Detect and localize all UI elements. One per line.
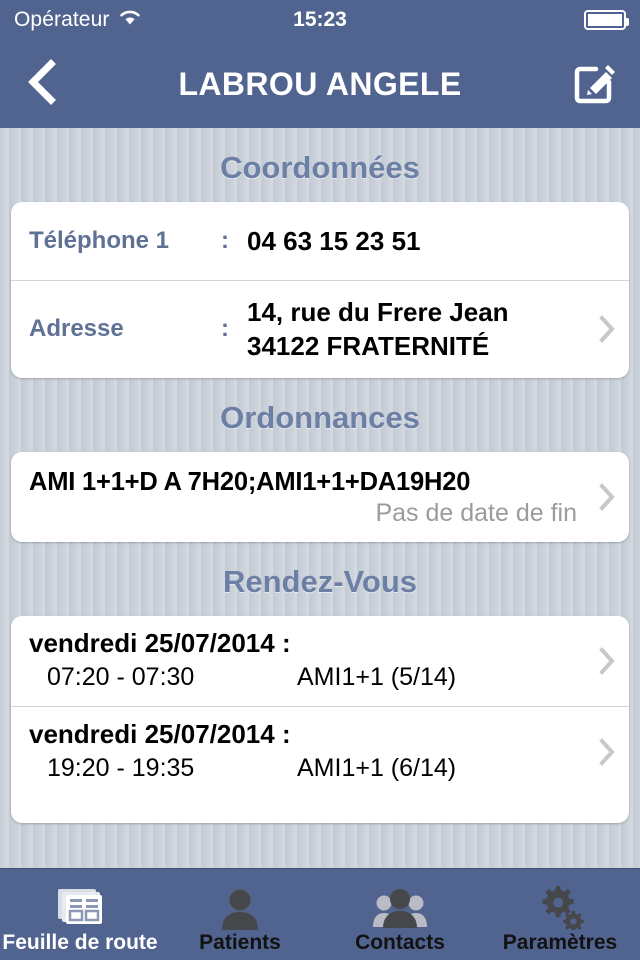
documents-stack-icon: [54, 880, 106, 930]
scroll-content[interactable]: Coordonnées Téléphone 1 : 04 63 15 23 51…: [0, 128, 640, 868]
appointment-date: vendredi 25/07/2014 :: [29, 718, 291, 749]
ordonnances-card: AMI 1+1+D A 7H20;AMI1+1+DA19H20 Pas de d…: [11, 451, 629, 542]
coordonnees-card: Téléphone 1 : 04 63 15 23 51 Adresse : 1…: [11, 202, 629, 378]
field-colon: :: [221, 315, 229, 343]
field-value: 14, rue du Frere Jean 34122 FRATERNITÉ: [247, 297, 509, 362]
field-value: 04 63 15 23 51: [247, 225, 421, 256]
chevron-right-icon: [599, 315, 615, 344]
tab-bar: Feuille de route Patients Contacts Param…: [0, 868, 640, 960]
section-title-rendez-vous: Rendez-Vous: [222, 563, 418, 599]
tab-parametres[interactable]: Paramètres: [480, 869, 640, 960]
rendez-vous-card: vendredi 25/07/2014 : 07:20 - 07:30 AMI1…: [11, 615, 629, 823]
appointment-time: 07:20 - 07:30: [47, 662, 195, 691]
ordonnance-title: AMI 1+1+D A 7H20;AMI1+1+DA19H20: [29, 467, 471, 496]
tab-patients[interactable]: Patients: [160, 869, 320, 960]
appointment-date: vendredi 25/07/2014 :: [29, 627, 291, 658]
tab-label: Patients: [199, 930, 281, 954]
section-title-coordonnees: Coordonnées: [220, 150, 420, 185]
chevron-right-icon: [599, 737, 615, 766]
tab-label: Contacts: [355, 930, 445, 954]
tab-feuille-de-route[interactable]: Feuille de route: [0, 869, 160, 960]
carrier-group: Opérateur: [14, 8, 142, 32]
field-label: Téléphone 1: [29, 227, 170, 254]
list-item-partial: [11, 797, 629, 823]
chevron-right-icon: [599, 482, 615, 511]
chevron-left-icon: [27, 58, 57, 110]
appointment-code: AMI1+1 (6/14): [297, 753, 457, 782]
field-label: Adresse: [29, 315, 124, 343]
table-row[interactable]: Téléphone 1 : 04 63 15 23 51: [11, 202, 629, 280]
section-title-ordonnances: Ordonnances: [220, 399, 420, 435]
compose-edit-icon: [571, 57, 621, 112]
tab-contacts[interactable]: Contacts: [320, 869, 480, 960]
field-colon: :: [221, 227, 229, 254]
back-button[interactable]: [18, 56, 66, 112]
people-group-icon: [372, 880, 428, 930]
list-item[interactable]: AMI 1+1+D A 7H20;AMI1+1+DA19H20 Pas de d…: [11, 452, 629, 542]
tab-label: Paramètres: [502, 930, 618, 954]
list-item[interactable]: vendredi 25/07/2014 : 07:20 - 07:30 AMI1…: [11, 616, 629, 706]
page-title: LABROU ANGELE: [178, 65, 462, 102]
ordonnance-subtitle: Pas de date de fin: [375, 498, 577, 527]
battery-icon: [584, 10, 629, 30]
wifi-icon: [118, 8, 142, 32]
tab-label: Feuille de route: [2, 930, 158, 954]
navigation-bar: LABROU ANGELE: [0, 40, 640, 128]
gears-icon: [534, 880, 586, 930]
list-item[interactable]: vendredi 25/07/2014 : 19:20 - 19:35 AMI1…: [11, 705, 629, 797]
edit-button[interactable]: [570, 58, 622, 110]
person-icon: [217, 880, 263, 930]
carrier-label: Opérateur: [14, 8, 110, 31]
chevron-right-icon: [599, 646, 615, 675]
appointment-time: 19:20 - 19:35: [47, 753, 195, 782]
status-bar: Opérateur 15:23: [0, 0, 640, 40]
table-row[interactable]: Adresse : 14, rue du Frere Jean 34122 FR…: [11, 280, 629, 378]
appointment-code: AMI1+1 (5/14): [297, 662, 457, 691]
